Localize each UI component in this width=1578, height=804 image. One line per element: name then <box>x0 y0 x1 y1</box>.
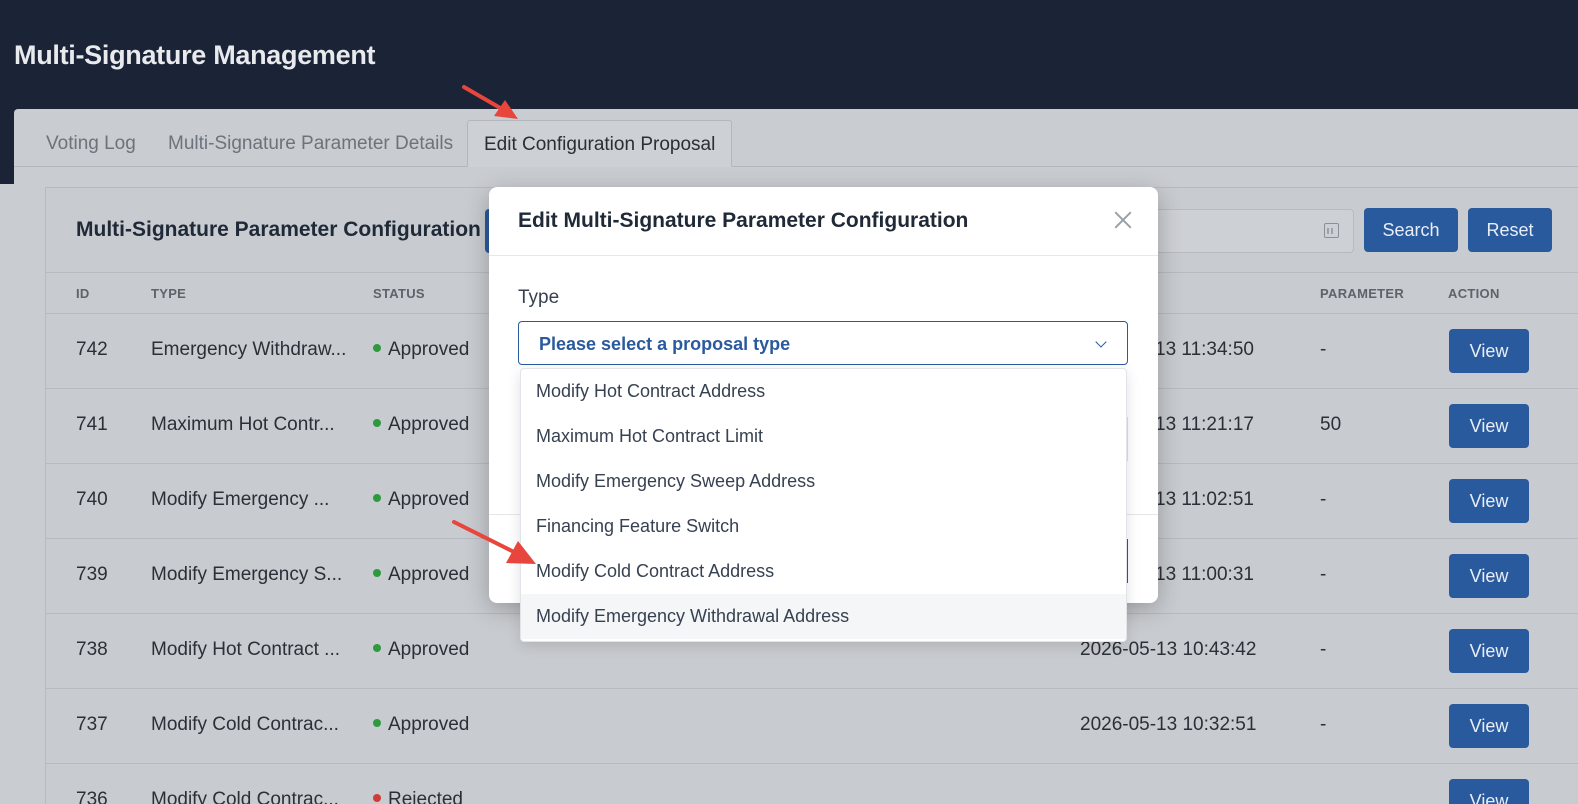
cell-id: 740 <box>76 489 108 510</box>
status-text: Approved <box>388 414 470 435</box>
cell-parameter: 50 <box>1320 414 1342 435</box>
chevron-down-icon <box>1095 336 1107 348</box>
cell-parameter: - <box>1320 714 1327 735</box>
status-text: Rejected <box>388 789 463 804</box>
view-button[interactable]: View <box>1449 329 1529 373</box>
modal-title: Edit Multi-Signature Parameter Configura… <box>518 209 969 232</box>
cell-parameter: - <box>1320 639 1327 660</box>
status-text: Approved <box>388 639 470 660</box>
option-modify-emergency-sweep-address[interactable]: Modify Emergency Sweep Address <box>521 459 1126 504</box>
status-text: Approved <box>388 339 470 360</box>
option-financing-feature-switch[interactable]: Financing Feature Switch <box>521 504 1126 549</box>
view-button[interactable]: View <box>1449 629 1529 673</box>
status-dot <box>373 493 381 502</box>
option-modify-cold-contract-address[interactable]: Modify Cold Contract Address <box>521 549 1126 594</box>
calendar-icon <box>1324 223 1339 238</box>
cell-id: 739 <box>76 564 108 585</box>
view-button[interactable]: View <box>1449 479 1529 523</box>
proposal-type-select[interactable]: Please select a proposal type <box>518 321 1128 365</box>
cell-type: Modify Emergency S... <box>151 564 343 585</box>
cell-parameter: - <box>1320 564 1327 585</box>
status-badge: Approved <box>373 414 469 436</box>
cell-type: Maximum Hot Contr... <box>151 414 335 435</box>
header-parameter: PARAMETER <box>1320 286 1405 301</box>
close-icon[interactable] <box>1112 209 1134 231</box>
status-badge: Approved <box>373 714 469 736</box>
cell-type: Modify Cold Contrac... <box>151 789 339 804</box>
cell-time: 13 11:02:51 <box>1155 489 1254 510</box>
cell-id: 736 <box>76 789 108 804</box>
view-button[interactable]: View <box>1449 554 1529 598</box>
date-range-input[interactable] <box>1158 209 1354 253</box>
status-dot <box>373 643 381 652</box>
cell-id: 742 <box>76 339 108 360</box>
modal-header: Edit Multi-Signature Parameter Configura… <box>489 187 1158 256</box>
tab-bar: Voting Log Multi-Signature Parameter Det… <box>14 109 1578 167</box>
status-text: Approved <box>388 714 470 735</box>
cell-parameter: - <box>1320 489 1327 510</box>
status-badge: Approved <box>373 489 469 511</box>
table-row: 736 Modify Cold Contrac... Rejected View <box>46 764 1578 804</box>
status-dot <box>373 793 381 802</box>
reset-button[interactable]: Reset <box>1468 208 1552 252</box>
view-button[interactable]: View <box>1449 704 1529 748</box>
status-badge: Approved <box>373 339 469 361</box>
table-row: 737 Modify Cold Contrac... Approved 2026… <box>46 689 1578 764</box>
cell-type: Modify Emergency ... <box>151 489 330 510</box>
cell-time: 2026-05-13 10:43:42 <box>1080 639 1257 660</box>
cell-time: 13 11:34:50 <box>1155 339 1254 360</box>
cell-time: 13 11:21:17 <box>1155 414 1254 435</box>
cell-id: 738 <box>76 639 108 660</box>
header-action: ACTION <box>1448 286 1500 301</box>
status-badge: Approved <box>373 639 469 661</box>
cell-time: 2026-05-13 10:32:51 <box>1080 714 1257 735</box>
hidden-field-edge <box>1127 417 1128 461</box>
status-badge: Rejected <box>373 789 463 804</box>
status-dot <box>373 418 381 427</box>
header-id: ID <box>76 286 90 301</box>
option-modify-hot-contract-address[interactable]: Modify Hot Contract Address <box>521 369 1126 414</box>
annotation-arrow-icon <box>462 85 518 119</box>
type-label: Type <box>518 287 560 308</box>
header-status: STATUS <box>373 286 425 301</box>
cell-time: 13 11:00:31 <box>1155 564 1254 585</box>
proposal-type-dropdown: Modify Hot Contract Address Maximum Hot … <box>520 368 1127 642</box>
cell-parameter: - <box>1320 339 1327 360</box>
view-button[interactable]: View <box>1449 404 1529 448</box>
page-title: Multi-Signature Management <box>14 40 376 70</box>
search-button[interactable]: Search <box>1364 208 1458 252</box>
cell-id: 737 <box>76 714 108 735</box>
card-title: Multi-Signature Parameter Configuration <box>76 218 481 241</box>
tab-parameter-details[interactable]: Multi-Signature Parameter Details <box>152 120 469 167</box>
option-modify-emergency-withdrawal-address[interactable]: Modify Emergency Withdrawal Address <box>521 594 1126 639</box>
cell-id: 741 <box>76 414 108 435</box>
status-text: Approved <box>388 489 470 510</box>
cell-type: Modify Hot Contract ... <box>151 639 341 660</box>
view-button[interactable]: View <box>1449 779 1529 804</box>
select-placeholder: Please select a proposal type <box>539 334 791 354</box>
status-dot <box>373 568 381 577</box>
annotation-arrow-icon <box>452 520 536 564</box>
status-dot <box>373 718 381 727</box>
option-maximum-hot-contract-limit[interactable]: Maximum Hot Contract Limit <box>521 414 1126 459</box>
tab-voting-log[interactable]: Voting Log <box>30 120 152 167</box>
header-type: TYPE <box>151 286 187 301</box>
cell-type: Modify Cold Contrac... <box>151 714 339 735</box>
status-dot <box>373 343 381 352</box>
cell-type: Emergency Withdraw... <box>151 339 347 360</box>
